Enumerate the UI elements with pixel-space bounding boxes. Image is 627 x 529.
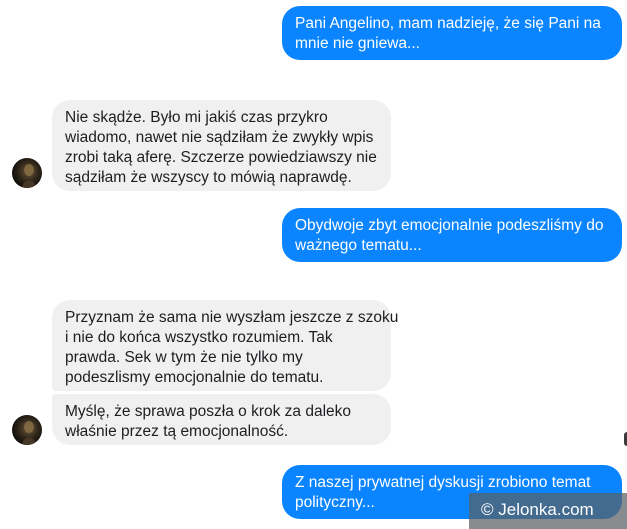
message-bubble-incoming[interactable]: Myślę, że sprawa poszła o krok za daleko…	[52, 394, 391, 445]
contact-avatar[interactable]	[12, 158, 42, 188]
message-bubble-incoming[interactable]: Przyznam że sama nie wyszłam jeszcze z s…	[52, 300, 399, 391]
message-text: Obydwoje zbyt emocjonalnie podeszliśmy d…	[295, 217, 604, 234]
message-text: sądziłam że wszyscy to mówią naprawdę.	[65, 169, 352, 186]
message-bubble-outgoing[interactable]: Obydwoje zbyt emocjonalnie podeszliśmy d…	[282, 208, 622, 262]
message-text: Pani Angelino, mam nadzieję, że się Pani…	[295, 15, 601, 32]
message-bubble-incoming[interactable]: Nie skądże. Było mi jakiś czas przykro w…	[52, 100, 391, 191]
message-text: mnie nie gniewa...	[295, 35, 420, 52]
message-text: wiadomo, nawet nie sądziłam że zwykły wp…	[65, 129, 374, 146]
watermark: © Jelonka.com	[469, 493, 627, 529]
message-text: Myślę, że sprawa poszła o krok za daleko	[65, 403, 352, 420]
message-text: i nie do końca wszystko rozumiem. Tak	[65, 329, 333, 346]
message-text: Z naszej prywatnej dyskusji zrobiono tem…	[295, 474, 591, 491]
message-text: Przyznam że sama nie wyszłam jeszcze z s…	[65, 309, 399, 326]
message-text: prawda. Sek w tym że nie tylko my	[65, 349, 303, 366]
message-bubble-outgoing[interactable]: Pani Angelino, mam nadzieję, że się Pani…	[282, 6, 622, 60]
avatar-photo-icon	[22, 421, 36, 445]
message-text: zrobi taką aferę. Szczerze powiedziawszy…	[65, 149, 377, 166]
avatar-photo-icon	[22, 164, 36, 188]
contact-avatar[interactable]	[12, 415, 42, 445]
message-text: właśnie przez tą emocjonalność.	[65, 423, 289, 440]
message-text: Nie skądże. Było mi jakiś czas przykro	[65, 109, 328, 126]
message-text: podeszlismy emocjonalnie do tematu.	[65, 369, 324, 386]
message-text: ważnego tematu...	[295, 237, 422, 254]
